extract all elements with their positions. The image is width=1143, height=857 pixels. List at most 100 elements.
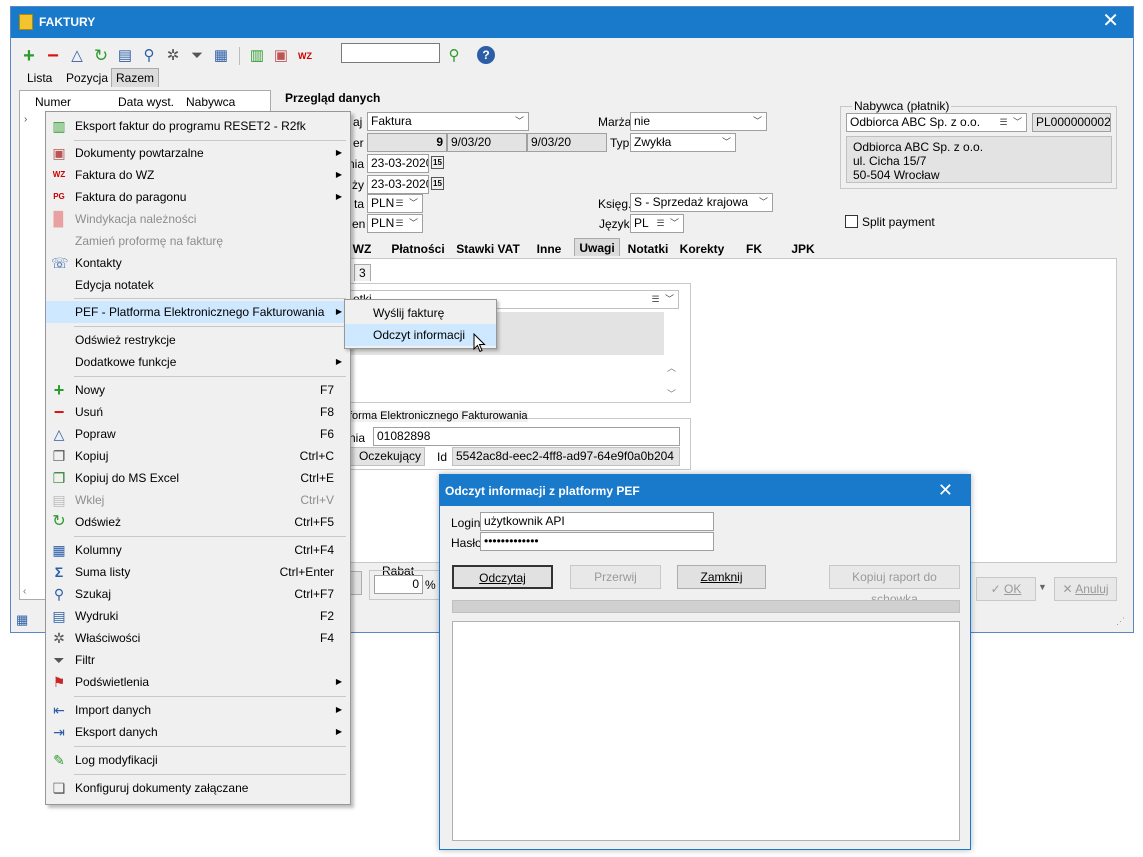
progress-bar — [452, 600, 960, 613]
menu-item-dodatkowe-funkcje[interactable]: Dodatkowe funkcje ▶ — [46, 351, 350, 373]
recurring-docs-icon[interactable]: ▣ — [271, 45, 291, 67]
close-icon[interactable]: ✕ — [1102, 11, 1119, 31]
login-input[interactable]: użytkownik API — [480, 512, 714, 531]
tab-fk[interactable]: FK — [744, 240, 764, 258]
date2-input[interactable]: 23-03-2020 — [367, 175, 429, 194]
menu-item-wlasciwosci[interactable]: ✲ Właściwości F4 — [46, 627, 350, 649]
scroll-up-icon[interactable]: ︿ — [667, 361, 676, 374]
menu-item-faktura-do-paragonu[interactable]: PG Faktura do paragonu ▶ — [46, 186, 350, 208]
toolbar-separator — [239, 47, 240, 65]
status-bar-grid-icon[interactable]: ▦ — [16, 612, 28, 628]
column-data-wyst[interactable]: Data wyst. — [118, 95, 174, 109]
menu-item-import-danych[interactable]: ⇤ Import danych ▶ — [46, 699, 350, 721]
calendar-icon[interactable]: 15 — [431, 156, 444, 169]
filter-icon[interactable]: ⏷ — [187, 45, 207, 67]
gear-icon[interactable]: ✲ — [163, 45, 183, 67]
jezyk-select[interactable]: PL ☰ ﹀ — [630, 214, 684, 233]
read-button[interactable]: Odczytaj — [452, 565, 553, 589]
password-input[interactable]: ••••••••••••• — [480, 532, 714, 551]
date1-input[interactable]: 23-03-2020 — [367, 154, 429, 173]
resize-grip-icon[interactable]: ⋰ — [1116, 616, 1125, 627]
search-icon[interactable]: ⚲ — [139, 45, 159, 67]
report-area[interactable] — [452, 621, 960, 841]
tab-notatki[interactable]: Notatki — [625, 240, 671, 258]
waluta-select[interactable]: PLN ☰ ﹀ — [367, 194, 423, 213]
calendar-icon[interactable]: 15 — [431, 177, 444, 190]
plus-icon[interactable]: + — [19, 45, 39, 67]
menu-item-odswiez-restrykcje[interactable]: Odśwież restrykcje — [46, 329, 350, 351]
help-icon[interactable]: ? — [477, 46, 495, 64]
menu-item-windykacja[interactable]: ▉ Windykacja należności — [46, 208, 350, 230]
tab-lista[interactable]: Lista — [27, 71, 52, 85]
menu-item-zamien-proforme[interactable]: Zamień proformę na fakturę — [46, 230, 350, 252]
chevron-down-icon: ﹀ — [752, 116, 762, 126]
tab-uwagi[interactable]: Uwagi — [574, 238, 620, 256]
marza-select[interactable]: nie ﹀ — [630, 112, 767, 131]
menu-item-eksport-reset[interactable]: ▥ Eksport faktur do programu RESET2 - R2… — [46, 115, 350, 137]
menu-item-kopiuj-excel[interactable]: ❐ Kopiuj do MS Excel Ctrl+E — [46, 467, 350, 489]
tab-razem[interactable]: Razem — [111, 68, 160, 87]
tab-jpk[interactable]: JPK — [789, 240, 817, 258]
row-expand-icon[interactable]: › — [24, 114, 27, 125]
menu-item-wyslij-fakture[interactable]: Wyślij fakturę — [345, 302, 496, 324]
cancel-button[interactable]: ✕ Anuluj — [1054, 577, 1117, 601]
tab-wz[interactable]: WZ — [352, 240, 372, 258]
chevron-down-icon: ﹀ — [664, 294, 674, 304]
menu-item-wydruki[interactable]: ▤ Wydruki F2 — [46, 605, 350, 627]
ksieg-select[interactable]: S - Sprzedaż krajowa ﹀ — [630, 193, 773, 212]
ok-button[interactable]: ✓ OK — [976, 577, 1036, 601]
chevron-down-icon: ﹀ — [721, 137, 731, 147]
menu-item-nowy[interactable]: + Nowy F7 — [46, 379, 350, 401]
ok-dropdown-icon[interactable]: ▼ — [1038, 582, 1047, 592]
tab-inne[interactable]: Inne — [532, 240, 566, 258]
minus-icon[interactable]: − — [43, 45, 63, 67]
rodzaj-select[interactable]: Faktura ﹀ — [367, 112, 529, 131]
menu-item-popraw[interactable]: △ Popraw F6 — [46, 423, 350, 445]
column-numer[interactable]: Numer — [35, 95, 71, 109]
tab-platnosci[interactable]: Płatności — [388, 240, 448, 258]
menu-item-kopiuj[interactable]: ❐ Kopiuj Ctrl+C — [46, 445, 350, 467]
menu-item-szukaj[interactable]: ⚲ Szukaj Ctrl+F7 — [46, 583, 350, 605]
edit-triangle-icon[interactable]: △ — [67, 45, 87, 67]
close-icon[interactable]: ✕ — [938, 480, 953, 501]
menu-item-podswietlenia[interactable]: ⚑ Podświetlenia ▶ — [46, 671, 350, 693]
menu-item-eksport-danych[interactable]: ⇥ Eksport danych ▶ — [46, 721, 350, 743]
menu-item-pef[interactable]: PEF - Platforma Elektronicznego Fakturow… — [46, 301, 350, 323]
cennik-select[interactable]: PLN ☰ ﹀ — [367, 214, 423, 233]
notes-subtab[interactable]: 3 — [354, 264, 371, 281]
menu-item-suma-listy[interactable]: Σ Suma listy Ctrl+Enter — [46, 561, 350, 583]
toolbar-search-input[interactable] — [341, 43, 440, 63]
tab-stawki-vat[interactable]: Stawki VAT — [455, 240, 521, 258]
tab-pozycja[interactable]: Pozycja — [66, 71, 108, 85]
menu-item-usun[interactable]: − Usuń F8 — [46, 401, 350, 423]
column-nabywca[interactable]: Nabywca — [186, 95, 235, 109]
menu-item-filtr[interactable]: ⏷ Filtr — [46, 649, 350, 671]
print-icon[interactable]: ▤ — [115, 45, 135, 67]
stop-button[interactable]: Przerwij — [570, 565, 661, 589]
copy-report-button[interactable]: Kopiuj raport do schowka — [829, 565, 960, 606]
close-button[interactable]: Zamknij — [677, 565, 766, 589]
pef-number-field[interactable]: 01082898 — [373, 427, 680, 446]
menu-item-wklej[interactable]: ▤ Wklej Ctrl+V — [46, 489, 350, 511]
rabat-input[interactable]: 0 — [374, 575, 423, 594]
scroll-down-icon[interactable]: ﹀ — [667, 387, 676, 400]
refresh-icon[interactable]: ↻ — [91, 45, 111, 67]
wz-icon[interactable]: WZ — [295, 45, 315, 67]
tab-korekty[interactable]: Korekty — [676, 240, 728, 258]
menu-item-konfiguruj-zalaczane[interactable]: ❏ Konfiguruj dokumenty załączane — [46, 777, 350, 799]
menu-item-faktura-do-wz[interactable]: WZ Faktura do WZ ▶ — [46, 164, 350, 186]
find-icon[interactable]: ⚲ — [444, 45, 464, 67]
menu-item-kolumny[interactable]: ▦ Kolumny Ctrl+F4 — [46, 539, 350, 561]
buyer-select[interactable]: Odbiorca ABC Sp. z o.o. ☰ ﹀ — [846, 113, 1027, 132]
columns-icon[interactable]: ▦ — [211, 45, 231, 67]
menu-item-edycja-notatek[interactable]: Edycja notatek — [46, 274, 350, 296]
menu-item-log-modyfikacji[interactable]: ✎ Log modyfikacji — [46, 749, 350, 771]
list-scroll-left[interactable]: ‹ — [23, 585, 37, 599]
typ-select[interactable]: Zwykła ﹀ — [630, 133, 736, 152]
rodzaj-label: aj — [353, 115, 363, 129]
menu-item-dokumenty-powtarzalne[interactable]: ▣ Dokumenty powtarzalne ▶ — [46, 142, 350, 164]
split-payment-checkbox[interactable] — [845, 215, 858, 228]
export-reset-icon[interactable]: ▥ — [247, 45, 267, 67]
menu-item-odswiez[interactable]: ↻ Odśwież Ctrl+F5 — [46, 511, 350, 533]
menu-item-kontakty[interactable]: ☏ Kontakty — [46, 252, 350, 274]
